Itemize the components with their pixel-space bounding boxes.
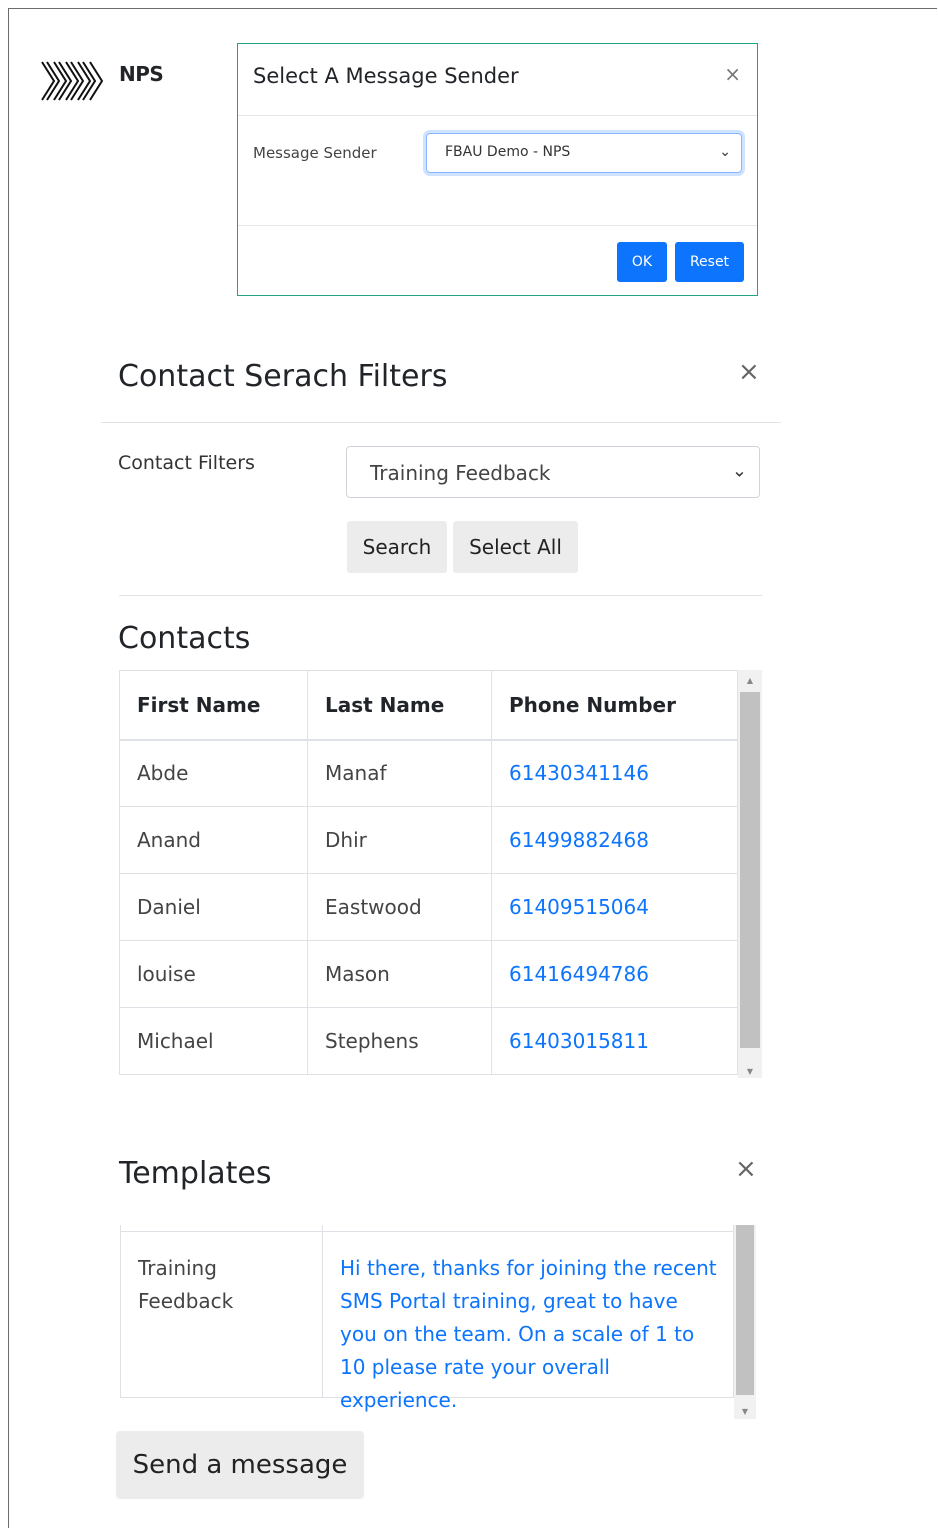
last-name-cell: Dhir [307, 806, 492, 874]
first-name-cell: Anand [119, 806, 308, 874]
phone-link[interactable]: 61403015811 [491, 1007, 738, 1075]
scroll-down-arrow-icon[interactable]: ▼ [738, 1067, 762, 1076]
divider [101, 422, 781, 423]
phone-link[interactable]: 61416494786 [491, 940, 738, 1008]
scroll-down-arrow-icon[interactable]: ▼ [734, 1407, 756, 1416]
table-row[interactable]: Michael Stephens 61403015811 [119, 1007, 738, 1075]
sender-modal-title: Select A Message Sender [253, 64, 519, 88]
table-row[interactable]: Anand Dhir 61499882468 [119, 806, 738, 874]
message-sender-label: Message Sender [253, 144, 377, 162]
last-name-cell: Mason [307, 940, 492, 1008]
column-header[interactable]: Phone Number [491, 670, 738, 741]
table-header-row: First Name Last Name Phone Number [119, 670, 738, 741]
template-body-link[interactable]: Hi there, thanks for joining the recent … [340, 1252, 720, 1417]
first-name-cell: louise [119, 940, 308, 1008]
close-icon[interactable]: × [738, 357, 760, 387]
templates-table-container: Training Feedback Hi there, thanks for j… [120, 1225, 756, 1419]
search-button[interactable]: Search [347, 521, 447, 573]
scrollbar-thumb[interactable] [736, 1225, 754, 1395]
row-border [121, 1225, 735, 1232]
templates-scrollbar[interactable]: ▼ [734, 1225, 756, 1419]
first-name-cell: Daniel [119, 873, 308, 941]
phone-link[interactable]: 61409515064 [491, 873, 738, 941]
scroll-up-arrow-icon[interactable]: ▲ [738, 676, 762, 685]
close-icon[interactable]: × [724, 62, 741, 86]
contacts-table-container: First Name Last Name Phone Number Abde M… [119, 670, 762, 1078]
scrollbar-thumb[interactable] [740, 692, 760, 1048]
brand-name: NPS [119, 62, 164, 86]
table-row[interactable]: Abde Manaf 61430341146 [119, 739, 738, 807]
column-divider [322, 1225, 323, 1397]
last-name-cell: Eastwood [307, 873, 492, 941]
ok-button[interactable]: OK [617, 242, 667, 282]
templates-title: Templates [119, 1156, 272, 1191]
contacts-title: Contacts [118, 621, 251, 656]
reset-button[interactable]: Reset [675, 242, 744, 282]
brand-logo-icon [41, 61, 104, 101]
chevron-down-icon: ⌄ [719, 144, 731, 161]
last-name-cell: Manaf [307, 739, 492, 807]
send-message-button[interactable]: Send a message [116, 1431, 364, 1499]
phone-link[interactable]: 61499882468 [491, 806, 738, 874]
divider [119, 595, 762, 596]
chevron-down-icon: ⌄ [731, 460, 747, 482]
phone-link[interactable]: 61430341146 [491, 739, 738, 807]
message-sender-modal: Select A Message Sender × Message Sender… [237, 43, 758, 296]
template-name-cell: Training Feedback [138, 1256, 234, 1313]
close-icon[interactable]: × [735, 1154, 757, 1184]
first-name-cell: Michael [119, 1007, 308, 1075]
contact-filters-select[interactable]: Training Feedback ⌄ [346, 446, 760, 498]
message-sender-select[interactable]: FBAU Demo - NPS ⌄ [426, 133, 742, 173]
table-row[interactable]: Daniel Eastwood 61409515064 [119, 873, 738, 941]
filters-title: Contact Serach Filters [118, 359, 448, 394]
divider [238, 115, 757, 116]
message-sender-value: FBAU Demo - NPS [445, 144, 571, 160]
table-row[interactable]: louise Mason 61416494786 [119, 940, 738, 1008]
select-all-button[interactable]: Select All [453, 521, 578, 573]
first-name-cell: Abde [119, 739, 308, 807]
contacts-scrollbar[interactable]: ▲ ▼ [738, 670, 762, 1078]
column-header[interactable]: Last Name [307, 670, 492, 741]
divider [238, 225, 757, 226]
contacts-table: First Name Last Name Phone Number Abde M… [119, 670, 738, 1075]
contact-filters-label: Contact Filters [118, 452, 255, 474]
template-row[interactable]: Training Feedback Hi there, thanks for j… [120, 1225, 735, 1412]
last-name-cell: Stephens [307, 1007, 492, 1075]
contact-filters-value: Training Feedback [370, 461, 551, 485]
column-header[interactable]: First Name [119, 670, 308, 741]
